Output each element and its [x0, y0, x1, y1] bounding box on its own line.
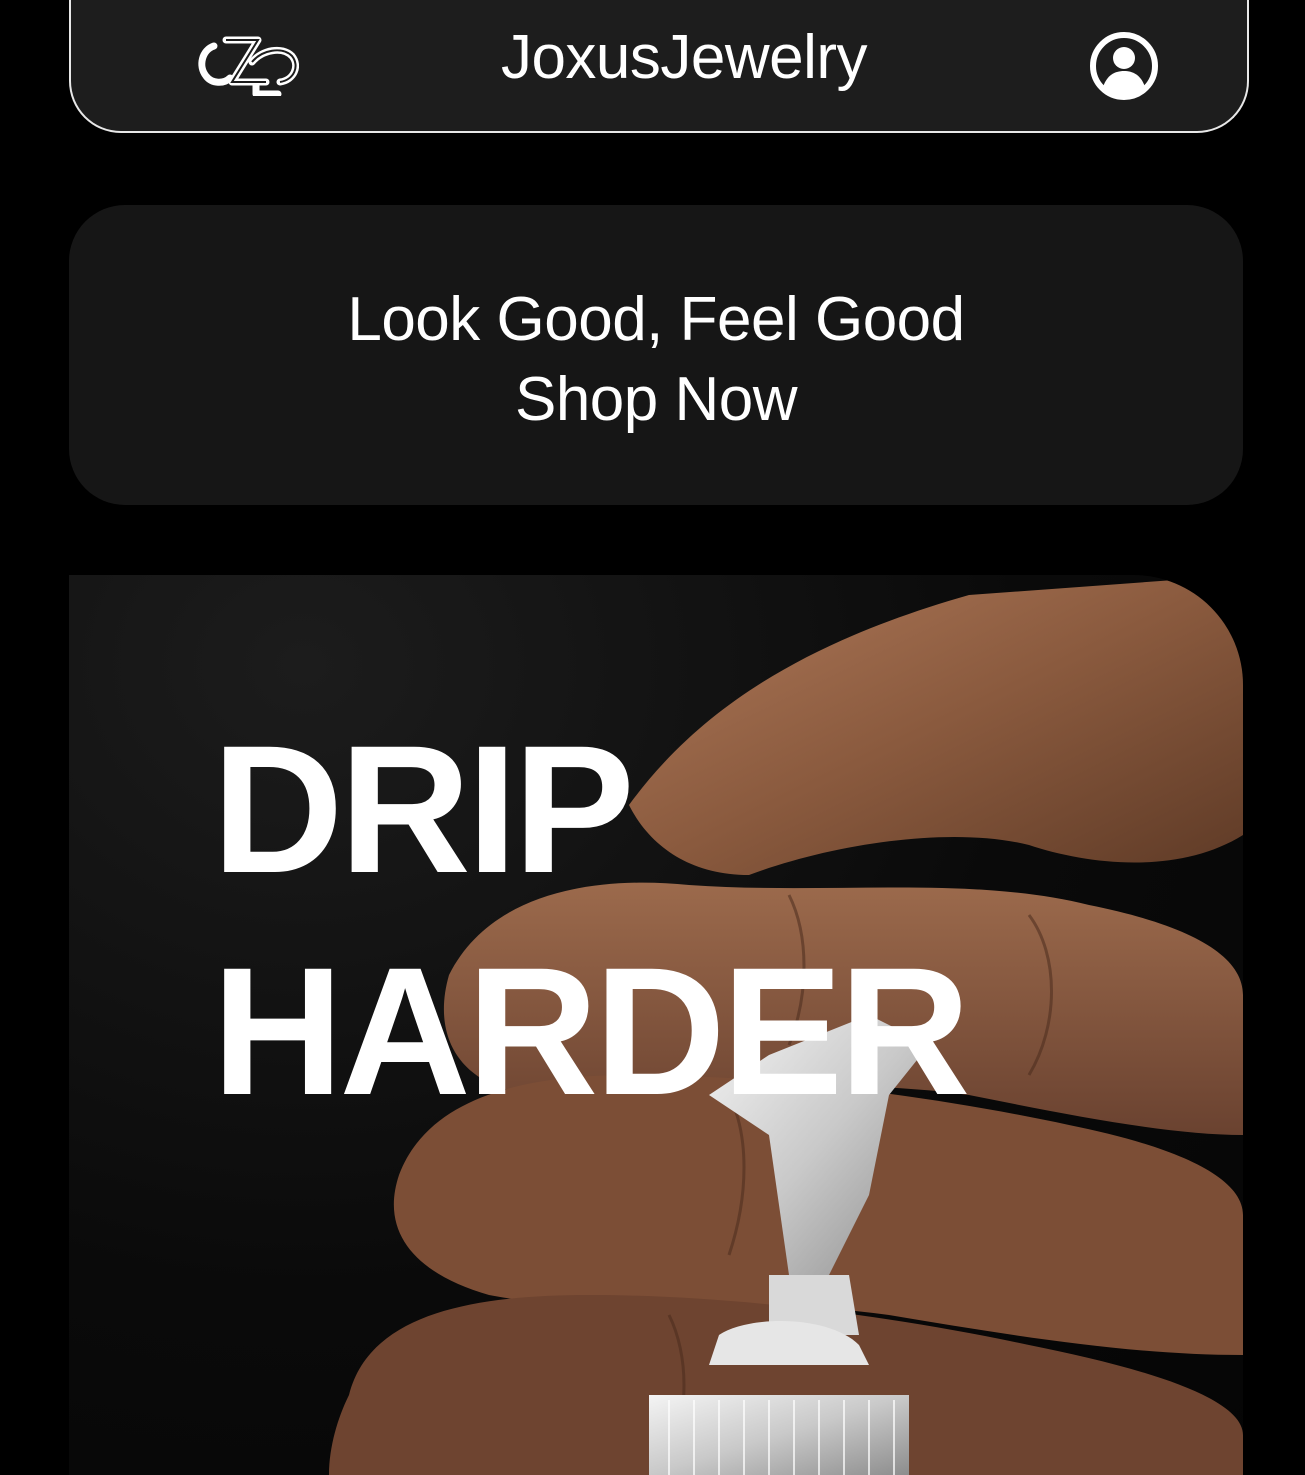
promo-tagline: Look Good, Feel Good: [347, 285, 965, 354]
hero-headline-line2: HARDER: [212, 929, 971, 1133]
shop-now-link[interactable]: Shop Now: [69, 360, 1243, 440]
promo-banner[interactable]: Look Good, Feel Good Shop Now: [69, 205, 1243, 505]
brand-name[interactable]: JoxusJewelry: [71, 22, 1247, 93]
hero-banner[interactable]: DRIP HARDER: [69, 575, 1243, 1475]
hero-headline-line1: DRIP: [212, 707, 635, 911]
site-header: JoxusJewelry: [69, 0, 1249, 133]
user-account-icon[interactable]: [1089, 31, 1159, 101]
